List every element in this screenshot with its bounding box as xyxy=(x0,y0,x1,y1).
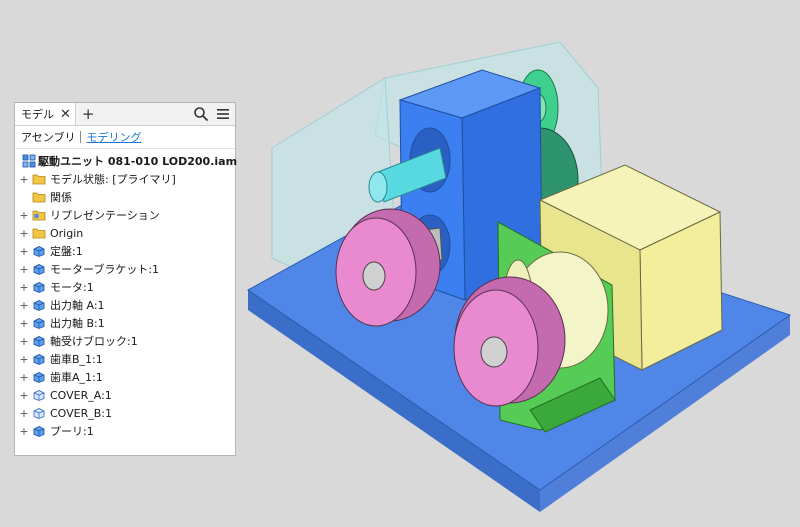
tree-item-label: モーターブラケット:1 xyxy=(50,263,160,276)
expand-icon[interactable]: + xyxy=(19,281,29,294)
expand-icon[interactable]: + xyxy=(19,317,29,330)
tree-item-7[interactable]: + モータ:1 xyxy=(15,278,235,296)
tree-item-label: 出力軸 B:1 xyxy=(50,317,105,330)
part-icon xyxy=(32,262,48,276)
tree-item-11[interactable]: + 歯車B_1:1 xyxy=(15,350,235,368)
tree-item-label: Origin xyxy=(50,226,84,240)
expand-icon[interactable]: + xyxy=(19,227,29,240)
tab-model-label: モデル xyxy=(21,108,54,121)
expand-icon[interactable]: + xyxy=(19,245,29,258)
tree-item-label: モータ:1 xyxy=(50,281,94,294)
tab-model[interactable]: モデル ✕ xyxy=(15,103,76,125)
wire-part-icon xyxy=(32,406,48,420)
tree-item-4[interactable]: + Origin xyxy=(15,224,235,242)
model-tree: 駆動ユニット 081-010 LOD200.iam + モデル状態: [プライマ… xyxy=(15,149,238,440)
wire-part-icon xyxy=(32,388,48,402)
tree-item-label: COVER_A:1 xyxy=(50,388,112,402)
expand-icon[interactable]: + xyxy=(19,425,29,438)
folder-icon xyxy=(32,190,48,204)
expand-icon[interactable]: + xyxy=(19,299,29,312)
tree-item-label: 定盤:1 xyxy=(50,245,83,258)
expand-icon[interactable]: + xyxy=(19,389,29,402)
part-icon xyxy=(32,352,48,366)
tree-item-9[interactable]: + 出力軸 B:1 xyxy=(15,314,235,332)
mode-divider xyxy=(80,131,82,143)
add-tab-icon[interactable]: + xyxy=(82,106,95,122)
folder-icon xyxy=(32,172,48,186)
tree-item-6[interactable]: + モーターブラケット:1 xyxy=(15,260,235,278)
tree-item-label: 軸受けブロック:1 xyxy=(50,335,138,348)
tree-item-13[interactable]: + COVER_A:1 xyxy=(15,386,235,404)
tree-item-label: 歯車A_1:1 xyxy=(50,371,103,384)
tree-item-label: COVER_B:1 xyxy=(50,406,113,420)
part-icon xyxy=(32,370,48,384)
tree-item-10[interactable]: + 軸受けブロック:1 xyxy=(15,332,235,350)
tree-item-3[interactable]: + リプレゼンテーション xyxy=(15,206,235,224)
part-icon xyxy=(32,244,48,258)
browser-tabbar: モデル ✕ + xyxy=(15,103,235,126)
assembly-icon xyxy=(22,154,36,168)
close-icon[interactable]: ✕ xyxy=(60,108,71,121)
mode-assembly[interactable]: アセンブリ xyxy=(21,129,75,145)
tree-item-label: 歯車B_1:1 xyxy=(50,353,103,366)
part-icon xyxy=(32,316,48,330)
part-icon xyxy=(32,424,48,438)
expand-icon[interactable]: + xyxy=(19,371,29,384)
part-icon xyxy=(32,334,48,348)
expand-icon[interactable]: + xyxy=(19,335,29,348)
browser-mode-bar: アセンブリ モデリング xyxy=(15,126,235,149)
expand-icon[interactable]: + xyxy=(19,353,29,366)
tree-root-label: 駆動ユニット 081-010 LOD200.iam xyxy=(38,155,238,168)
tree-item-label: 出力軸 A:1 xyxy=(50,299,105,312)
expand-icon[interactable]: + xyxy=(19,209,29,222)
representation-folder-icon xyxy=(32,208,48,222)
tree-item-12[interactable]: + 歯車A_1:1 xyxy=(15,368,235,386)
folder-icon xyxy=(32,226,48,240)
menu-icon[interactable] xyxy=(215,106,231,122)
tree-item-15[interactable]: + プーリ:1 xyxy=(15,422,235,440)
tree-item-label: プーリ:1 xyxy=(50,425,94,438)
tree-item-label: モデル状態: [プライマリ] xyxy=(50,173,176,186)
tree-root[interactable]: 駆動ユニット 081-010 LOD200.iam xyxy=(15,152,238,170)
tree-item-2[interactable]: 関係 xyxy=(15,188,235,206)
expand-icon[interactable]: + xyxy=(19,407,29,420)
tree-item-8[interactable]: + 出力軸 A:1 xyxy=(15,296,235,314)
tree-item-label: 関係 xyxy=(50,191,72,204)
part-icon xyxy=(32,298,48,312)
search-icon[interactable] xyxy=(193,106,209,122)
model-browser-panel: モデル ✕ + アセンブリ モデリング 駆動ユニット 081-010 LOD20… xyxy=(14,102,238,456)
tree-item-label: リプレゼンテーション xyxy=(50,209,160,222)
expand-icon[interactable]: + xyxy=(19,263,29,276)
part-icon xyxy=(32,280,48,294)
tree-item-14[interactable]: + COVER_B:1 xyxy=(15,404,235,422)
tree-item-1[interactable]: + モデル状態: [プライマリ] xyxy=(15,170,235,188)
mode-modeling[interactable]: モデリング xyxy=(86,129,141,145)
tree-item-5[interactable]: + 定盤:1 xyxy=(15,242,235,260)
expand-icon[interactable]: + xyxy=(19,173,29,186)
